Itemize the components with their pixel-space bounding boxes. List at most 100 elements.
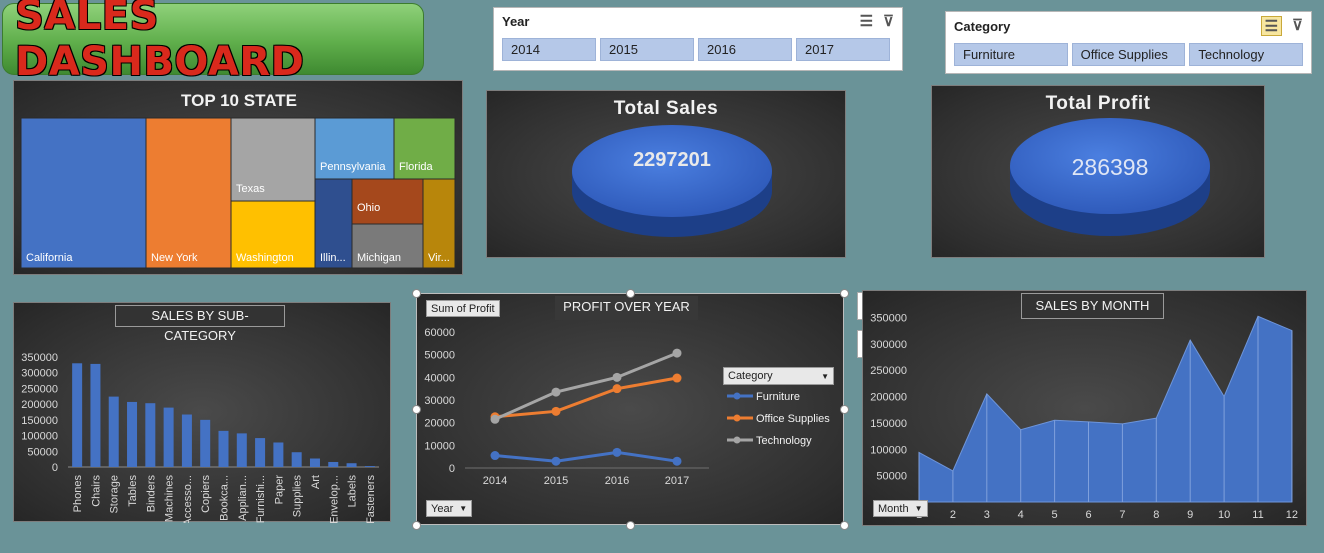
dashboard-title: SALES DASHBOARD [15, 0, 305, 85]
x-tick-label: Chairs [90, 475, 102, 507]
multi-select-icon[interactable]: ☰ [860, 12, 873, 30]
year-field-label: Year [431, 502, 454, 515]
treemap-chart: TOP 10 STATE California New York Texas Washi… [20, 91, 456, 269]
resize-handle[interactable] [626, 521, 635, 530]
bar [108, 396, 119, 467]
month-field-button[interactable]: Month ▼ [873, 500, 928, 517]
y-tick-label: 50000 [27, 446, 58, 458]
dropdown-arrow-icon: ▼ [914, 504, 923, 513]
bar [346, 463, 357, 467]
bar [255, 438, 266, 467]
y-tick-label: 100000 [21, 431, 58, 443]
treemap-title: TOP 10 STATE [181, 91, 297, 110]
y-tick-label: 10000 [424, 440, 455, 452]
total-profit-title: Total Profit [1045, 93, 1151, 114]
resize-handle[interactable] [412, 521, 421, 530]
month-area-chart: 50000 100000 150000 200000 250000 300000 35000… [870, 312, 1298, 521]
series-point-furniture [612, 447, 622, 457]
x-tick-label: Furnishi... [255, 475, 267, 523]
year-slicer-item-2016[interactable]: 2016 [698, 38, 792, 61]
y-tick-label: 60000 [424, 327, 455, 339]
sales-by-month-panel: 50000 100000 150000 200000 250000 300000 35000… [862, 290, 1307, 526]
x-tick-label: Copiers [200, 475, 212, 513]
treemap-label-vir: Vir... [428, 252, 450, 264]
clear-filter-icon[interactable]: ⊽ [883, 12, 894, 30]
resize-handle[interactable] [626, 289, 635, 298]
legend-marker-technology [733, 436, 741, 444]
bar [163, 407, 174, 467]
category-slicer-title: Category [954, 18, 1011, 34]
series-point-technology [490, 414, 500, 424]
month-chart-title: SALES BY MONTH [1021, 293, 1164, 319]
x-tick-label: Accesso... [182, 475, 194, 523]
treemap-label-new-york: New York [151, 252, 198, 264]
year-slicer-item-2015[interactable]: 2015 [600, 38, 694, 61]
bar [127, 401, 138, 467]
treemap-label-ohio: Ohio [357, 202, 380, 214]
legend-label-furniture: Furniture [756, 391, 800, 403]
subcategory-chart-title: SALES BY SUB-CATEGORY [115, 305, 285, 343]
total-profit-panel: Total Profit 286398 [931, 85, 1265, 258]
x-tick-label: Tables [127, 475, 139, 507]
sum-of-profit-field-button[interactable]: Sum of Profit [426, 300, 500, 317]
y-tick-label: 200000 [21, 399, 58, 411]
bar [72, 363, 83, 467]
x-tick-label: 8 [1153, 509, 1159, 521]
clear-filter-icon[interactable]: ⊽ [1292, 16, 1303, 36]
profit-over-year-panel[interactable]: 0 10000 20000 30000 40000 50000 60000 2014 2015 2… [412, 289, 849, 530]
y-tick-label: 20000 [424, 418, 455, 430]
series-point-furniture [490, 451, 500, 461]
total-sales-value: 2297201 [633, 149, 711, 171]
dashboard-title-banner: SALES DASHBOARD [2, 0, 424, 85]
y-tick-label: 40000 [424, 372, 455, 384]
y-tick-label: 250000 [870, 365, 907, 377]
resize-handle[interactable] [412, 289, 421, 298]
series-point-furniture [672, 456, 682, 466]
resize-handle[interactable] [412, 405, 421, 414]
year-field-button[interactable]: Year ▼ [426, 500, 473, 517]
treemap-cell-new-york [145, 117, 232, 269]
y-tick-label: 0 [52, 462, 58, 474]
series-point-office-supplies [551, 406, 561, 416]
total-profit-value: 286398 [1071, 154, 1149, 180]
bar [291, 452, 302, 467]
x-tick-label: Supplies [292, 475, 304, 518]
series-line-furniture [494, 450, 678, 463]
top10-state-panel: TOP 10 STATE California New York Texas Washi… [13, 80, 463, 275]
x-tick-label: 2017 [665, 475, 689, 487]
series-point-office-supplies [672, 373, 682, 383]
resize-handle[interactable] [840, 289, 849, 298]
y-tick-label: 150000 [21, 415, 58, 427]
category-legend-filter-button[interactable]: Category ▼ [723, 367, 834, 385]
x-tick-label: Applian... [237, 475, 249, 521]
total-sales-title: Total Sales [613, 98, 719, 119]
year-slicer-item-2014[interactable]: 2014 [502, 38, 596, 61]
x-tick-label: 3 [984, 509, 990, 521]
x-tick-label: Art [310, 475, 322, 489]
category-slicer-item-office-supplies[interactable]: Office Supplies [1071, 43, 1186, 66]
x-tick-label: 2014 [483, 475, 507, 487]
resize-handle[interactable] [840, 405, 849, 414]
profit-line-chart: 0 10000 20000 30000 40000 50000 60000 2014 2015 2… [424, 327, 830, 487]
category-slicer-item-furniture[interactable]: Furniture [954, 43, 1068, 66]
x-tick-label: 2015 [544, 475, 568, 487]
y-tick-label: 50000 [876, 471, 907, 483]
treemap-label-california: California [26, 252, 73, 264]
x-tick-label: 5 [1052, 509, 1058, 521]
series-point-office-supplies [612, 384, 622, 394]
x-tick-label: Binders [145, 475, 157, 513]
category-slicer-item-technology[interactable]: Technology [1189, 43, 1304, 66]
x-tick-label: Phones [72, 475, 84, 513]
series-point-technology [672, 348, 682, 358]
y-tick-label: 100000 [870, 444, 907, 456]
multi-select-icon[interactable]: ☰ [1260, 16, 1283, 36]
bar [309, 458, 320, 467]
bar [200, 419, 211, 467]
bar [181, 414, 192, 467]
y-tick-label: 200000 [870, 392, 907, 404]
year-slicer-item-2017[interactable]: 2017 [796, 38, 890, 61]
series-line-technology [494, 351, 678, 421]
y-tick-label: 350000 [21, 352, 58, 364]
resize-handle[interactable] [840, 521, 849, 530]
x-tick-label: 7 [1119, 509, 1125, 521]
